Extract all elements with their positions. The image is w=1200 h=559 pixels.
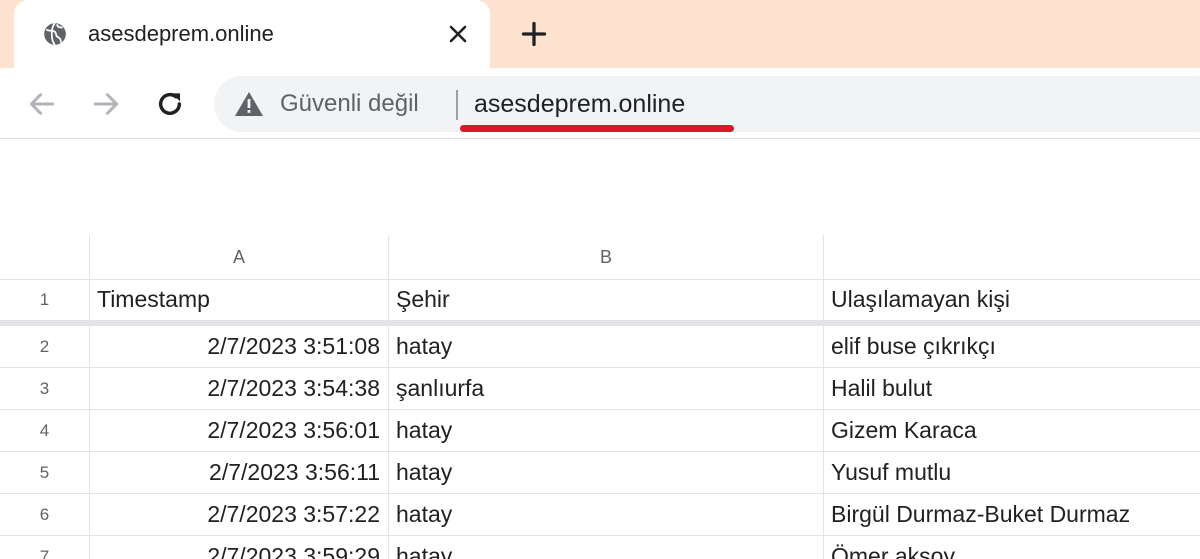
security-status-label[interactable]: Güvenli değil — [280, 89, 419, 119]
back-arrow-icon[interactable] — [26, 88, 58, 120]
column-header-c[interactable] — [824, 235, 1200, 279]
row-number[interactable]: 3 — [0, 368, 90, 409]
cell[interactable]: hatay — [389, 452, 824, 493]
cell[interactable]: Halil bulut — [824, 368, 1200, 409]
cell[interactable]: 2/7/2023 3:56:11 — [90, 452, 389, 493]
table-row: 6 2/7/2023 3:57:22 hatay Birgül Durmaz-B… — [0, 494, 1200, 536]
forward-arrow-icon[interactable] — [90, 88, 122, 120]
cell[interactable]: şanlıurfa — [389, 368, 824, 409]
spreadsheet-grid: A B 1 Timestamp Şehir Ulaşılamayan kişi … — [0, 235, 1200, 559]
column-header-a[interactable]: A — [90, 235, 389, 279]
cell[interactable]: hatay — [389, 494, 824, 535]
url-highlight-underline — [460, 125, 734, 132]
cell[interactable]: hatay — [389, 536, 824, 559]
table-row: 1 Timestamp Şehir Ulaşılamayan kişi — [0, 279, 1200, 321]
new-tab-icon[interactable] — [520, 20, 548, 48]
table-row: 3 2/7/2023 3:54:38 şanlıurfa Halil bulut — [0, 368, 1200, 410]
reload-icon[interactable] — [154, 88, 186, 120]
browser-tab[interactable]: asesdeprem.online — [14, 0, 490, 68]
cell[interactable]: elif buse çıkrıkçı — [824, 326, 1200, 367]
row-number[interactable]: 7 — [0, 536, 90, 559]
column-header-row: A B — [0, 235, 1200, 280]
cell[interactable]: 2/7/2023 3:56:01 — [90, 410, 389, 451]
cell[interactable]: Birgül Durmaz-Buket Durmaz — [824, 494, 1200, 535]
tab-strip: asesdeprem.online — [0, 0, 1200, 68]
warning-icon[interactable] — [234, 91, 264, 117]
cell[interactable]: 2/7/2023 3:54:38 — [90, 368, 389, 409]
cell[interactable]: Ömer aksoy — [824, 536, 1200, 559]
cell[interactable]: Timestamp — [90, 279, 389, 320]
cell[interactable]: Şehir — [389, 279, 824, 320]
row-number[interactable]: 4 — [0, 410, 90, 451]
table-row: 5 2/7/2023 3:56:11 hatay Yusuf mutlu — [0, 452, 1200, 494]
cell[interactable]: 2/7/2023 3:51:08 — [90, 326, 389, 367]
omnibox-divider — [456, 90, 458, 120]
cell[interactable]: 2/7/2023 3:59:29 — [90, 536, 389, 559]
globe-icon — [44, 22, 66, 46]
cell[interactable]: Gizem Karaca — [824, 410, 1200, 451]
table-row: 2 2/7/2023 3:51:08 hatay elif buse çıkrı… — [0, 326, 1200, 368]
tab-title: asesdeprem.online — [88, 21, 274, 46]
close-icon[interactable] — [446, 22, 470, 46]
table-row: 7 2/7/2023 3:59:29 hatay Ömer aksoy — [0, 536, 1200, 559]
table-row: 4 2/7/2023 3:56:01 hatay Gizem Karaca — [0, 410, 1200, 452]
cell[interactable]: hatay — [389, 410, 824, 451]
row-number[interactable]: 6 — [0, 494, 90, 535]
cell[interactable]: Yusuf mutlu — [824, 452, 1200, 493]
url-text[interactable]: asesdeprem.online — [474, 88, 685, 120]
address-bar[interactable]: Güvenli değil asesdeprem.online — [214, 76, 1200, 132]
row-number[interactable]: 1 — [0, 279, 90, 320]
column-header-b[interactable]: B — [389, 235, 824, 279]
cell[interactable]: hatay — [389, 326, 824, 367]
row-number[interactable]: 2 — [0, 326, 90, 367]
row-number[interactable]: 5 — [0, 452, 90, 493]
cell[interactable]: Ulaşılamayan kişi — [824, 279, 1200, 320]
select-all-corner[interactable] — [0, 235, 90, 279]
cell[interactable]: 2/7/2023 3:57:22 — [90, 494, 389, 535]
